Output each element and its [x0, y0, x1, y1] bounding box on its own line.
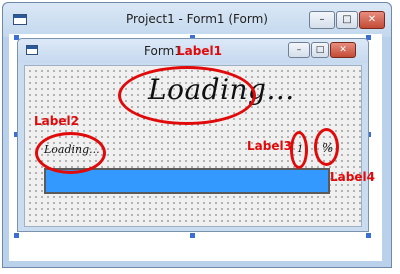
resize-handle[interactable]	[14, 233, 19, 238]
form-maximize-button[interactable]: □	[311, 42, 329, 58]
resize-handle[interactable]	[366, 233, 371, 238]
annotation-ellipse-label3	[290, 131, 308, 169]
annotation-label1: Label1	[177, 44, 222, 58]
annotation-label3: Label3	[247, 139, 292, 153]
minimize-button[interactable]: –	[309, 11, 335, 29]
form-icon	[26, 45, 38, 55]
form-minimize-button[interactable]: –	[288, 42, 310, 58]
annotation-label2: Label2	[34, 114, 79, 128]
close-button[interactable]: ✕	[359, 11, 385, 29]
annotation-ellipse-label2	[35, 132, 106, 174]
maximize-button[interactable]: □	[336, 11, 358, 29]
progress-bar[interactable]	[44, 168, 330, 194]
designer-titlebar[interactable]: Project1 - Form1 (Form) – □ ✕	[3, 3, 391, 37]
annotation-label4: Label4	[330, 170, 375, 184]
annotation-ellipse-label4	[314, 128, 339, 166]
progress-track	[46, 170, 328, 192]
progress-fill	[46, 170, 328, 192]
annotation-ellipse-label1	[118, 66, 256, 125]
resize-handle[interactable]	[190, 233, 195, 238]
form-close-button[interactable]: ✕	[330, 42, 356, 58]
